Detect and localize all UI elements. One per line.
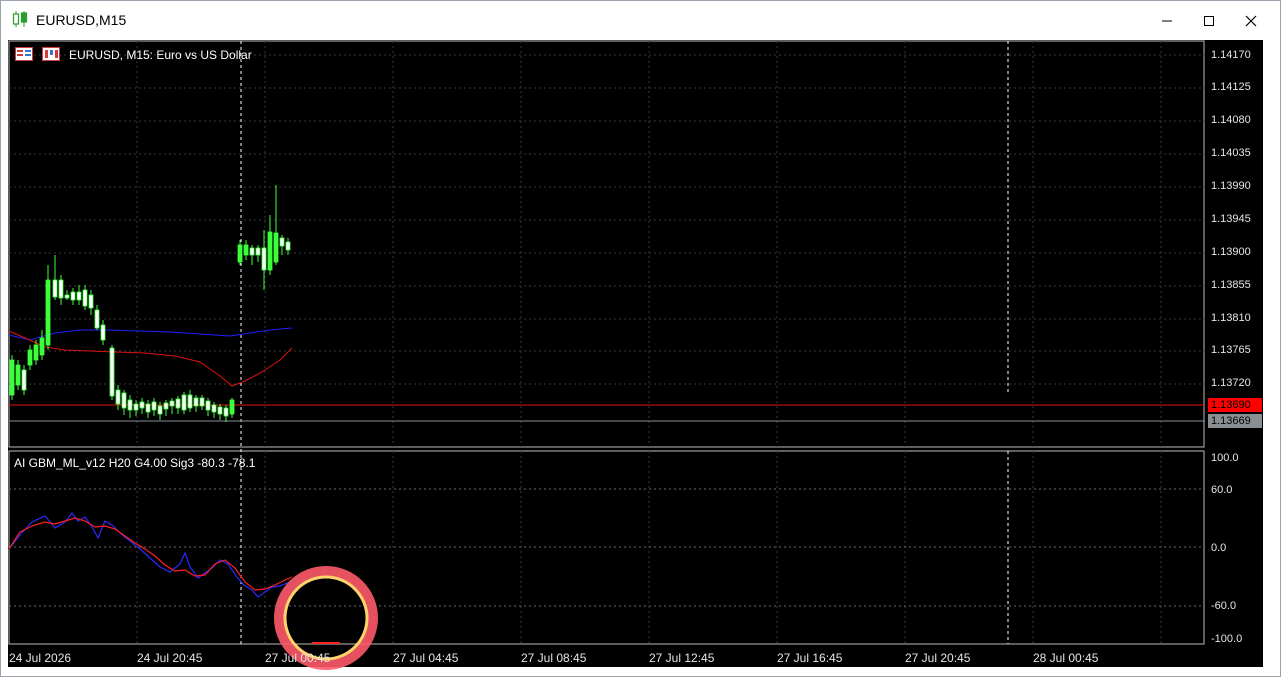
price-tick: 1.13900 — [1211, 246, 1251, 258]
price-tick: 1.14035 — [1211, 147, 1251, 159]
maximize-icon — [1204, 16, 1214, 26]
minimize-icon — [1162, 20, 1172, 22]
price-tick: 1.13765 — [1211, 344, 1251, 356]
indicator-tick: 60.0 — [1211, 484, 1233, 496]
price-tick: 1.14125 — [1211, 81, 1251, 93]
expert-advisor-icon[interactable] — [42, 47, 60, 61]
bid-price-badge: 1.13690 — [1208, 398, 1262, 412]
chart-symbol-header: EURUSD, M15: Euro vs US Dollar — [69, 48, 252, 62]
ask-price-badge: 1.13669 — [1208, 414, 1262, 428]
time-tick: 28 Jul 00:45 — [1033, 651, 1099, 665]
time-tick: 27 Jul 04:45 — [393, 651, 459, 665]
minimize-button[interactable] — [1147, 6, 1187, 36]
indicator-tick: 0.0 — [1211, 542, 1227, 554]
price-tick: 1.13990 — [1211, 180, 1251, 192]
time-tick: 24 Jul 2026 — [9, 651, 72, 665]
candlestick-app-icon — [12, 11, 28, 27]
indicator-label: AI GBM_ML_v12 H20 G4.00 Sig3 -80.3 -78.1 — [14, 456, 256, 470]
time-tick: 27 Jul 00:45 — [265, 651, 331, 665]
price-tick: 1.14080 — [1211, 114, 1251, 126]
price-tick: 1.13720 — [1211, 377, 1251, 389]
price-tick: 1.14170 — [1211, 49, 1251, 61]
time-tick: 27 Jul 12:45 — [649, 651, 715, 665]
time-tick: 24 Jul 20:45 — [137, 651, 203, 665]
indicator-tick: 100.0 — [1211, 452, 1239, 464]
time-tick: 27 Jul 20:45 — [905, 651, 971, 665]
indicator-tick: -100.0 — [1211, 633, 1243, 645]
close-button[interactable] — [1231, 6, 1271, 36]
title-bar[interactable]: EURUSD,M15 — [1, 1, 1280, 39]
price-tick: 1.13810 — [1211, 312, 1251, 324]
trade-panel-icon[interactable] — [15, 47, 33, 61]
price-tick: 1.13855 — [1211, 279, 1251, 291]
chart-window: EURUSD,M15 EURUSD, M15: Euro vs US Dolla… — [0, 0, 1281, 677]
window-title: EURUSD,M15 — [36, 12, 127, 28]
price-tick: 1.13945 — [1211, 213, 1251, 225]
indicator-tick: -60.0 — [1211, 600, 1237, 612]
close-icon — [1245, 15, 1257, 27]
time-tick: 27 Jul 16:45 — [777, 651, 843, 665]
time-tick: 27 Jul 08:45 — [521, 651, 587, 665]
chart-area[interactable] — [8, 40, 1263, 667]
maximize-button[interactable] — [1189, 6, 1229, 36]
